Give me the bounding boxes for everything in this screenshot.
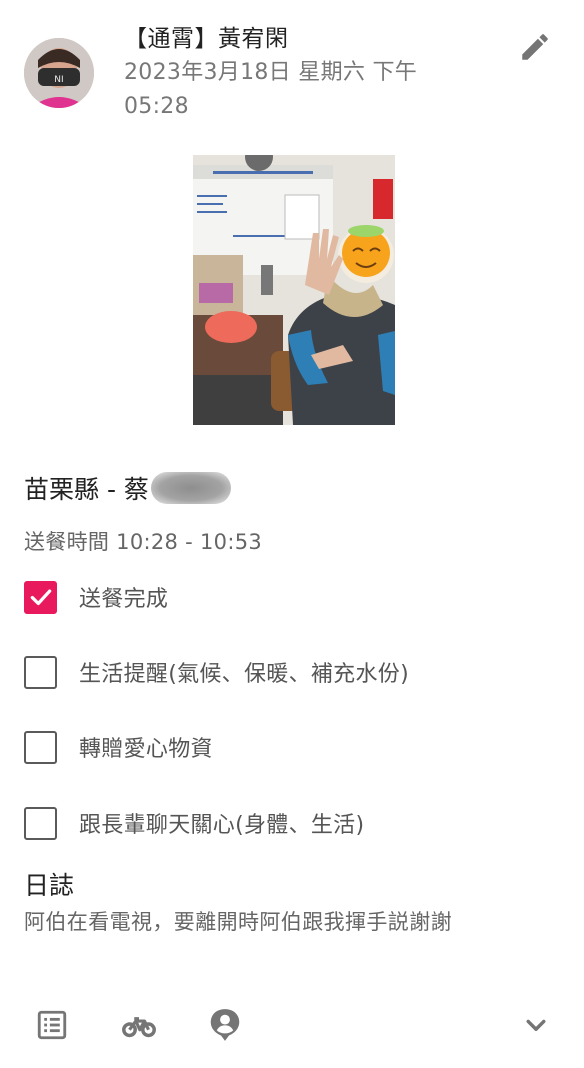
checkbox[interactable] xyxy=(24,655,57,689)
log-title: 日誌 xyxy=(24,871,75,900)
check-icon xyxy=(30,589,51,606)
svg-text:NI: NI xyxy=(54,75,63,85)
location-button[interactable] xyxy=(197,995,253,1055)
person-pin-icon xyxy=(210,1009,240,1041)
post-timestamp: 2023年3月18日 星期六 下午 05:28 xyxy=(124,60,418,119)
recipient-location-label: 苗栗縣 - 蔡 xyxy=(24,475,149,504)
checkbox[interactable] xyxy=(24,730,57,764)
checklist-item-chat-care[interactable]: 跟長輩聊天關心(身體、生活) xyxy=(24,806,364,840)
checklist-label: 生活提醒(氣候、保暖、補充水份) xyxy=(79,662,409,687)
list-button[interactable] xyxy=(24,995,80,1055)
post-header: NI 【通霄】黃宥閑 2023年3月18日 星期六 下午 05:28 xyxy=(0,0,584,140)
edit-button[interactable] xyxy=(512,24,558,70)
avatar[interactable]: NI xyxy=(24,38,94,108)
list-icon xyxy=(37,1010,67,1040)
pencil-icon xyxy=(522,34,548,60)
author-name: 【通霄】黃宥閑 xyxy=(124,26,289,52)
name-blur-mask xyxy=(150,472,231,504)
chevron-down-icon xyxy=(526,1019,546,1031)
recipient-location: 苗栗縣 - 蔡 xyxy=(24,470,231,506)
log-text: 阿伯在看電視，要離開時阿伯跟我揮手説謝謝 xyxy=(24,910,452,934)
bike-button[interactable] xyxy=(111,995,167,1055)
delivery-photo[interactable] xyxy=(193,155,395,425)
checklist-label: 轉贈愛心物資 xyxy=(79,737,213,762)
checklist-label: 跟長輩聊天關心(身體、生活) xyxy=(79,813,365,838)
checkbox[interactable] xyxy=(24,580,57,614)
bicycle-icon xyxy=(122,1017,156,1038)
expand-button[interactable] xyxy=(508,995,564,1055)
delivery-time: 送餐時間 10:28 - 10:53 xyxy=(24,530,263,554)
post-footer xyxy=(0,995,584,1059)
checkbox[interactable] xyxy=(24,806,57,840)
checklist-label: 送餐完成 xyxy=(79,587,169,612)
checklist-item-life-reminder[interactable]: 生活提醒(氣候、保暖、補充水份) xyxy=(24,655,409,689)
checklist-item-donated-supplies[interactable]: 轉贈愛心物資 xyxy=(24,730,213,764)
checklist-item-delivery-complete[interactable]: 送餐完成 xyxy=(24,580,168,614)
